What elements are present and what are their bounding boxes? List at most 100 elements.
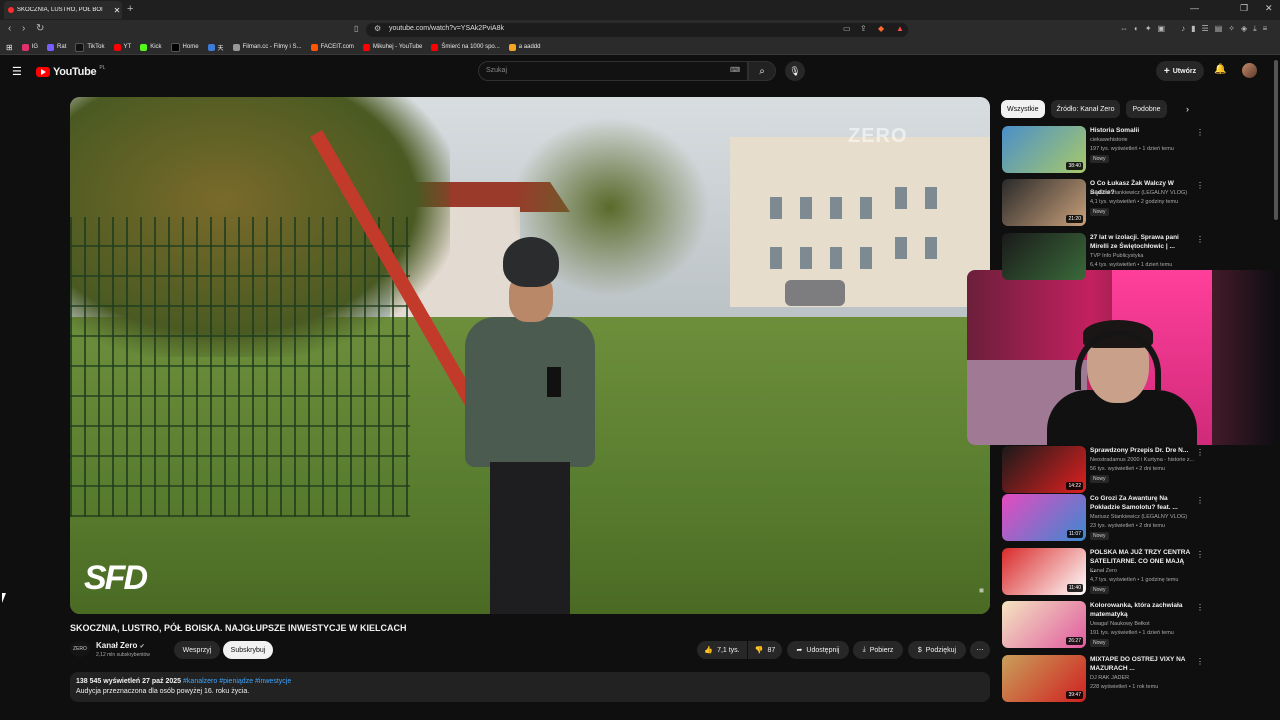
recommendation-title[interactable]: Historia Somalii bbox=[1090, 126, 1190, 135]
search-button[interactable]: ⌕ bbox=[748, 61, 776, 81]
wallet-icon[interactable]: ▣ bbox=[1158, 24, 1166, 34]
minimize-icon[interactable]: — bbox=[1190, 3, 1199, 13]
bookmark-ig[interactable]: IG bbox=[21, 43, 38, 51]
bookmark-mikuhej[interactable]: Mikuhej - YouTube bbox=[362, 43, 422, 51]
cast-icon[interactable]: ▭ bbox=[843, 24, 851, 33]
recommendation-channel[interactable]: Neostradamus 2000 i Kurtyna - historie z… bbox=[1090, 457, 1194, 463]
bookmark-icon[interactable]: ▯ bbox=[354, 24, 358, 33]
bookmark-tiktok[interactable]: TikTok bbox=[75, 42, 105, 52]
leo-icon[interactable]: ✧ bbox=[1228, 24, 1235, 34]
back-icon[interactable]: ‹ bbox=[8, 23, 11, 34]
recommendation-item[interactable]: 11:07 Co Grozi Za Awanturę Na Pokładzie S… bbox=[1002, 494, 1204, 544]
recommendation-title[interactable]: Kolorowanka, która zachwiała matematyką bbox=[1090, 601, 1190, 619]
user-avatar[interactable] bbox=[1242, 63, 1257, 78]
recommendation-item[interactable]: 14:22 Sprawdzony Przepis Dr. Dre N... Neos… bbox=[1002, 446, 1204, 496]
new-tab-icon[interactable]: + bbox=[127, 3, 133, 15]
more-vertical-icon[interactable]: ⋮ bbox=[1196, 448, 1204, 457]
recommendation-channel[interactable]: Kanał Zero bbox=[1090, 568, 1117, 574]
youtube-logo[interactable]: YouTube PL bbox=[36, 65, 105, 78]
close-window-icon[interactable]: ✕ bbox=[1265, 3, 1273, 14]
browser-tab[interactable]: SKOCZNIA, LUSTRO, PÓŁ BOI ✕ bbox=[4, 1, 122, 19]
chip-similar[interactable]: Podobne bbox=[1126, 100, 1167, 118]
recommendation-title[interactable]: MIXTAPE DO OSTREJ VIXY NA MAZURACH ... bbox=[1090, 655, 1190, 673]
hashtags[interactable]: #kanalzero #pieniądze #inwestycje bbox=[183, 678, 291, 685]
video-thumbnail[interactable]: 39:47 bbox=[1002, 655, 1086, 702]
bookmark-kick[interactable]: Kick bbox=[140, 43, 162, 51]
bookmark-aaddd[interactable]: a aaddd bbox=[508, 43, 540, 51]
bookmark-filman[interactable]: Filman.cc - Filmy i S... bbox=[232, 43, 302, 51]
menu-icon[interactable]: ≡ bbox=[1263, 24, 1268, 34]
bookmark-home[interactable]: Home bbox=[170, 42, 199, 52]
vpn-icon[interactable]: ⇔ bbox=[1120, 24, 1128, 34]
download-button[interactable]: ⤓ Pobierz bbox=[853, 641, 903, 659]
reading-list-icon[interactable]: ☰ bbox=[1202, 24, 1209, 34]
share-button[interactable]: ➦ Udostępnij bbox=[787, 641, 849, 659]
screenshot-icon[interactable]: ▤ bbox=[1215, 24, 1223, 34]
more-vertical-icon[interactable]: ⋮ bbox=[1196, 128, 1204, 137]
search-input[interactable] bbox=[478, 61, 748, 81]
guide-menu-icon[interactable]: ☰ bbox=[12, 65, 22, 78]
bookmark-faceit[interactable]: FACEIT.com bbox=[310, 43, 354, 51]
support-button[interactable]: Wesprzyj bbox=[174, 641, 220, 659]
recommendation-channel[interactable]: Mariusz Stankiewicz (LEGALNY VLOG) bbox=[1090, 514, 1187, 520]
video-thumbnail[interactable]: 11:07 bbox=[1002, 494, 1086, 541]
bookmark-yt[interactable]: YT bbox=[113, 43, 131, 51]
close-tab-icon[interactable]: ✕ bbox=[112, 6, 122, 15]
brave-shield-icon[interactable]: ◆ bbox=[878, 24, 884, 33]
recommendation-title[interactable]: 27 lat w izolacji. Sprawa pani Mirelli z… bbox=[1090, 233, 1190, 251]
page-scrollbar[interactable] bbox=[1274, 60, 1278, 220]
video-thumbnail[interactable]: 14:22 bbox=[1002, 446, 1086, 493]
more-vertical-icon[interactable]: ⋮ bbox=[1196, 181, 1204, 190]
recommendation-channel[interactable]: Uwaga! Naukowy Bełkot bbox=[1090, 621, 1150, 627]
recommendation-item[interactable]: 27 lat w izolacji. Sprawa pani Mirelli z… bbox=[1002, 233, 1204, 283]
recommendation-channel[interactable]: ciekawehistorie bbox=[1090, 137, 1128, 143]
recommendation-title[interactable]: Sprawdzony Przepis Dr. Dre N... bbox=[1090, 446, 1190, 455]
recommendation-item[interactable]: 38:40 Historia Somalii ciekawehistorie 197 … bbox=[1002, 126, 1204, 176]
recommendation-channel[interactable]: TVP Info Publicystyka bbox=[1090, 253, 1143, 259]
chips-next-icon[interactable]: › bbox=[1186, 104, 1189, 114]
bookmark-smierc[interactable]: Śmierć na 1000 spo... bbox=[431, 43, 500, 51]
forward-icon[interactable]: › bbox=[22, 23, 25, 34]
channel-name[interactable]: Kanał Zero ✔ bbox=[96, 641, 145, 650]
more-vertical-icon[interactable]: ⋮ bbox=[1196, 550, 1204, 559]
recommendation-title[interactable]: Co Grozi Za Awanturę Na Pokładzie Samolo… bbox=[1090, 494, 1190, 512]
sidebar-icon[interactable]: ▮ bbox=[1191, 24, 1195, 34]
video-thumbnail[interactable]: 11:40 bbox=[1002, 548, 1086, 595]
reload-icon[interactable]: ↻ bbox=[36, 23, 44, 34]
puzzle-icon[interactable]: ✦ bbox=[1145, 24, 1152, 34]
video-thumbnail[interactable]: 38:40 bbox=[1002, 126, 1086, 173]
download-icon[interactable]: ⤓ bbox=[1253, 24, 1257, 34]
apps-grid-icon[interactable]: ⊞ bbox=[6, 43, 13, 52]
bookmark-rat[interactable]: Rat bbox=[47, 43, 66, 51]
subscribe-button[interactable]: Subskrybuj bbox=[223, 641, 273, 659]
rewards-icon[interactable]: ▲ bbox=[896, 24, 904, 33]
recommendation-item[interactable]: 11:40 POLSKA MA JUŻ TRZY CENTRA SATELITAR… bbox=[1002, 548, 1204, 598]
video-thumbnail[interactable]: 26:27 bbox=[1002, 601, 1086, 648]
recommendation-item[interactable]: 26:27 Kolorowanka, która zachwiała matema… bbox=[1002, 601, 1204, 651]
video-player[interactable]: ZERO SFD ◼ bbox=[70, 97, 990, 614]
description-box[interactable] bbox=[70, 672, 990, 702]
more-actions-button[interactable]: ⋯ bbox=[970, 641, 990, 659]
more-vertical-icon[interactable]: ⋮ bbox=[1196, 603, 1204, 612]
shield-icon[interactable]: ◈ bbox=[1241, 24, 1247, 34]
maximize-icon[interactable]: ❐ bbox=[1240, 3, 1248, 14]
recommendation-channel[interactable]: DJ RAK JADER bbox=[1090, 675, 1129, 681]
recommendation-item[interactable]: 39:47 MIXTAPE DO OSTREJ VIXY NA MAZURACH … bbox=[1002, 655, 1204, 705]
recommendation-item[interactable]: 21:20 O Co Łukasz Żak Walczy W Sądzie? Mar… bbox=[1002, 179, 1204, 229]
voice-search-button[interactable]: 🎙 bbox=[785, 61, 805, 81]
bookmark-tian[interactable]: 天 bbox=[207, 43, 224, 52]
create-button[interactable]: + Utwórz bbox=[1156, 61, 1204, 81]
share-page-icon[interactable]: ⇪ bbox=[860, 24, 867, 33]
media-icon[interactable]: ♪ bbox=[1181, 24, 1185, 34]
chip-source[interactable]: Źródło: Kanał Zero bbox=[1050, 100, 1121, 118]
channel-avatar[interactable]: ZERO bbox=[70, 641, 90, 657]
dislike-button[interactable]: 👎 87 bbox=[748, 641, 782, 659]
translate-icon[interactable]: ◐ bbox=[1134, 24, 1139, 34]
more-vertical-icon[interactable]: ⋮ bbox=[1196, 235, 1204, 244]
more-vertical-icon[interactable]: ⋮ bbox=[1196, 657, 1204, 666]
recommendation-channel[interactable]: Mariusz Stankiewicz (LEGALNY VLOG) bbox=[1090, 190, 1187, 196]
more-vertical-icon[interactable]: ⋮ bbox=[1196, 496, 1204, 505]
video-thumbnail[interactable] bbox=[1002, 233, 1086, 280]
site-info-icon[interactable]: ⚙ bbox=[374, 24, 381, 33]
video-thumbnail[interactable]: 21:20 bbox=[1002, 179, 1086, 226]
